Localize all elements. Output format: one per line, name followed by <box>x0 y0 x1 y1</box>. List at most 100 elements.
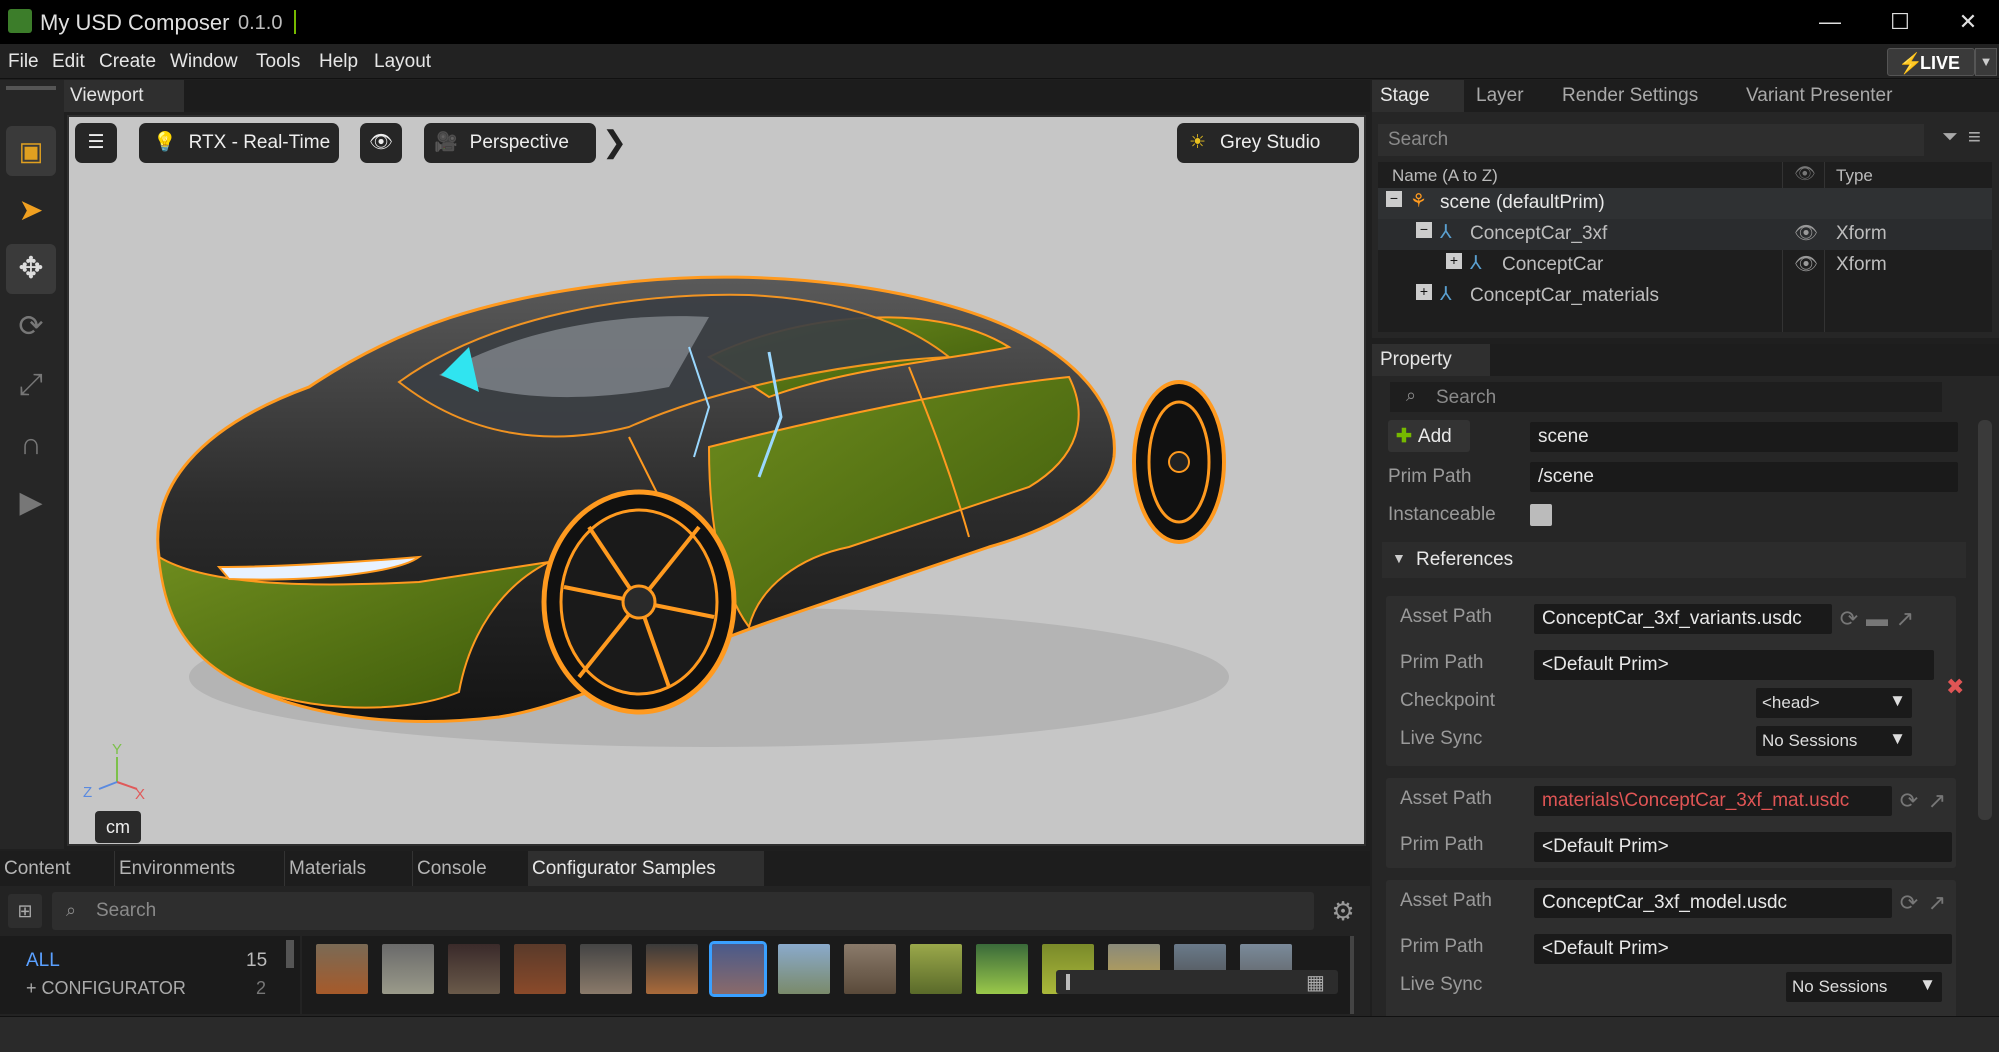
collapse-icon[interactable]: − <box>1416 222 1432 238</box>
renderer-button[interactable]: 💡 RTX - Real-Time <box>139 123 339 163</box>
stage-search-input[interactable]: Search <box>1378 124 1924 156</box>
sample-thumbnail[interactable] <box>646 944 698 994</box>
filter-icon[interactable]: ⏷ <box>1942 126 1958 149</box>
menu-layout[interactable]: Layout <box>374 51 431 73</box>
menu-window[interactable]: Window <box>170 51 238 73</box>
environment-button[interactable]: ☀ Grey Studio <box>1177 123 1359 163</box>
property-scrollbar[interactable] <box>1978 420 1992 820</box>
close-button[interactable]: ✕ <box>1948 8 1988 36</box>
live-dropdown-button[interactable]: ▼ <box>1975 48 1997 76</box>
gear-icon[interactable]: ⚙ <box>1326 894 1360 928</box>
tab-render-settings[interactable]: Render Settings <box>1554 80 1750 112</box>
tab-content[interactable]: Content <box>0 851 114 886</box>
menu-file[interactable]: File <box>8 51 39 73</box>
menu-help[interactable]: Help <box>319 51 358 73</box>
play-icon[interactable]: ▶ <box>6 478 56 528</box>
sample-thumbnail[interactable] <box>778 944 830 994</box>
category-scrollbar[interactable] <box>286 940 294 968</box>
prim-path-field[interactable]: <Default Prim> <box>1534 650 1934 680</box>
folder-icon[interactable]: ▬ <box>1864 606 1890 632</box>
asset-path-field-error[interactable]: materials\ConceptCar_3xf_mat.usdc <box>1534 786 1892 816</box>
property-search-input[interactable]: Search <box>1390 382 1942 412</box>
select-mode-icon[interactable]: ▣ <box>6 126 56 176</box>
collapse-icon[interactable]: − <box>1386 191 1402 207</box>
scale-tool-icon[interactable]: ⤢ <box>6 360 56 410</box>
sample-thumbnail[interactable] <box>976 944 1028 994</box>
checkpoint-dropdown[interactable]: <head> ▼ <box>1756 688 1912 718</box>
slider-handle[interactable] <box>1066 974 1070 990</box>
add-button[interactable]: ✚ Add <box>1388 420 1470 452</box>
sun-icon: ☀ <box>1189 132 1207 153</box>
open-external-icon[interactable]: ↗ <box>1892 606 1918 632</box>
live-sync-dropdown[interactable]: No Sessions ▼ <box>1756 726 1912 756</box>
asset-path-field[interactable]: ConceptCar_3xf_variants.usdc <box>1534 604 1832 634</box>
menu-tools[interactable]: Tools <box>256 51 300 73</box>
tab-environments[interactable]: Environments <box>114 851 280 886</box>
reload-icon[interactable]: ⟳ <box>1896 890 1922 916</box>
live-sync-dropdown[interactable]: No Sessions ▼ <box>1786 972 1942 1002</box>
live-button[interactable]: ⚡ LIVE <box>1887 48 1975 76</box>
rotate-tool-icon[interactable]: ⟳ <box>6 302 56 352</box>
hamburger-menu-icon[interactable]: ≡ <box>1968 124 1981 150</box>
move-tool-icon[interactable]: ✥ <box>6 244 56 294</box>
tab-layer[interactable]: Layer <box>1468 80 1560 112</box>
remove-reference-icon[interactable]: ✖ <box>1946 674 1964 700</box>
dropdown-arrow-icon: ▼ <box>1889 729 1906 748</box>
prim-path-field[interactable]: /scene <box>1530 462 1958 492</box>
tree-row-conceptcar[interactable]: + ⅄ ConceptCar 👁 Xform <box>1378 250 1992 281</box>
minimize-button[interactable]: — <box>1810 8 1850 36</box>
menu-edit[interactable]: Edit <box>52 51 85 73</box>
tab-property[interactable]: Property <box>1372 344 1490 376</box>
environment-label: Grey Studio <box>1220 132 1321 153</box>
sample-thumbnail[interactable] <box>448 944 500 994</box>
tab-materials[interactable]: Materials <box>284 851 408 886</box>
tab-viewport[interactable]: Viewport <box>64 80 184 112</box>
tree-view-icon[interactable]: ⊞ <box>8 894 42 928</box>
column-type-header[interactable]: Type <box>1836 166 1873 186</box>
sample-thumbnail[interactable] <box>382 944 434 994</box>
thumbnail-scrollbar[interactable] <box>1350 936 1354 1014</box>
tab-stage[interactable]: Stage <box>1372 80 1464 112</box>
sample-thumbnail-selected[interactable] <box>709 941 767 997</box>
tree-row-scene[interactable]: − ⚘ scene (defaultPrim) <box>1378 188 1992 219</box>
tree-row-conceptcar-materials[interactable]: + ⅄ ConceptCar_materials <box>1378 281 1992 312</box>
tree-row-conceptcar-3xf[interactable]: − ⅄ ConceptCar_3xf 👁 Xform <box>1378 219 1992 250</box>
sample-thumbnail[interactable] <box>844 944 896 994</box>
expand-toolbar-chevron-icon[interactable]: ❯ <box>602 123 627 163</box>
prim-path-field[interactable]: <Default Prim> <box>1534 832 1952 862</box>
sample-thumbnail[interactable] <box>580 944 632 994</box>
expand-icon[interactable]: + <box>1416 284 1432 300</box>
tab-variant-presenter[interactable]: Variant Presenter <box>1738 80 1950 112</box>
expand-icon[interactable]: + <box>1446 253 1462 269</box>
sample-thumbnail[interactable] <box>316 944 368 994</box>
column-name-header[interactable]: Name (A to Z) <box>1392 166 1498 186</box>
sample-thumbnail[interactable] <box>514 944 566 994</box>
prim-name-field[interactable]: scene <box>1530 422 1958 452</box>
thumbnail-size-slider[interactable] <box>1056 970 1338 994</box>
viewport-canvas[interactable]: Y Z X ☰ 💡 RTX - Real-Time 👁 🎥 Perspective … <box>67 115 1366 846</box>
visibility-button[interactable]: 👁 <box>360 123 402 163</box>
references-header[interactable]: ▼ References <box>1382 542 1966 578</box>
tab-configurator-samples[interactable]: Configurator Samples <box>528 851 764 886</box>
select-arrow-icon[interactable]: ➤ <box>6 186 56 236</box>
snap-magnet-icon[interactable]: ∩ <box>6 420 56 470</box>
grid-view-icon[interactable]: ▦ <box>1306 970 1325 995</box>
asset-path-field[interactable]: ConceptCar_3xf_model.usdc <box>1534 888 1892 918</box>
category-configurator[interactable]: + CONFIGURATOR <box>26 978 186 999</box>
menu-create[interactable]: Create <box>99 51 156 73</box>
reload-icon[interactable]: ⟳ <box>1836 606 1862 632</box>
visibility-eye-icon[interactable]: 👁 <box>1794 252 1818 276</box>
camera-button[interactable]: 🎥 Perspective <box>424 123 596 163</box>
reload-icon[interactable]: ⟳ <box>1896 788 1922 814</box>
visibility-eye-icon[interactable]: 👁 <box>1794 221 1818 245</box>
open-external-icon[interactable]: ↗ <box>1924 890 1950 916</box>
tab-console[interactable]: Console <box>412 851 522 886</box>
open-external-icon[interactable]: ↗ <box>1924 788 1950 814</box>
category-all[interactable]: ALL <box>26 950 60 972</box>
instanceable-checkbox[interactable] <box>1530 504 1552 526</box>
prim-path-field[interactable]: <Default Prim> <box>1534 934 1952 964</box>
maximize-button[interactable]: ☐ <box>1880 8 1920 36</box>
viewport-settings-button[interactable]: ☰ <box>75 123 117 163</box>
sample-thumbnail[interactable] <box>910 944 962 994</box>
content-search-input[interactable]: Search <box>52 892 1314 930</box>
